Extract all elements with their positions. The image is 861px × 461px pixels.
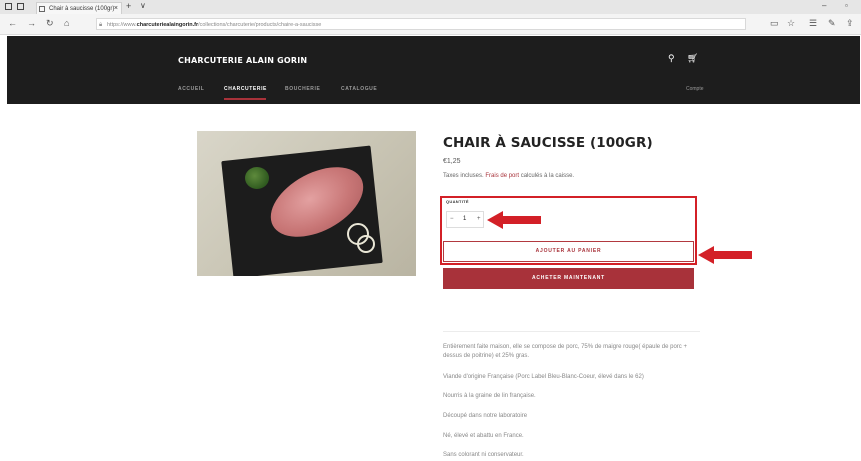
- product-price: €1,25: [443, 158, 461, 165]
- account-link[interactable]: Compte: [686, 86, 704, 92]
- tax-note-suffix: calculés à la caisse.: [519, 173, 575, 179]
- forward-arrow-icon[interactable]: →: [27, 18, 36, 28]
- site-header: CHARCUTERIE ALAIN GORIN ⚲ 🛒︎ ACCUEIL CHA…: [7, 36, 860, 104]
- nav-accueil[interactable]: ACCUEIL: [178, 86, 204, 92]
- tab-close-icon[interactable]: ×: [114, 3, 118, 14]
- description-paragraph: Découpé dans notre laboratoire: [443, 413, 528, 419]
- tab-list-chevron-icon[interactable]: ∨: [140, 1, 146, 10]
- quantity-label: QUANTITÉ: [446, 199, 469, 204]
- quantity-plus-button[interactable]: +: [477, 216, 481, 222]
- minimize-icon[interactable]: –: [822, 1, 826, 10]
- onion-ring: [357, 235, 375, 253]
- site-logo[interactable]: CHARCUTERIE ALAIN GORIN: [178, 56, 307, 65]
- browser-address-row: ← → ↻ ⌂ 🔒︎ https://www.charcuteriealaing…: [0, 14, 861, 35]
- url-domain: charcuteriealaingorin.fr: [136, 22, 199, 28]
- address-bar[interactable]: 🔒︎ https://www.charcuteriealaingorin.fr/…: [96, 18, 746, 30]
- browser-tab-bar: Chair à saucisse (100gr) × + ∨ – ▫: [0, 0, 861, 14]
- nav-catalogue[interactable]: CATALOGUE: [341, 86, 377, 92]
- url-prefix: https://www.: [107, 22, 137, 28]
- description-paragraph: Viande d'origine Française (Porc Label B…: [443, 374, 644, 380]
- description-paragraph: Né, élevé et abattu en France.: [443, 433, 524, 439]
- quantity-stepper[interactable]: − 1 +: [446, 211, 484, 228]
- tab-actions-icon[interactable]: [17, 3, 24, 10]
- annotation-arrow-left: [487, 211, 541, 229]
- lock-icon: 🔒︎: [99, 22, 103, 28]
- description-paragraph: Nourris à la graine de lin française.: [443, 393, 536, 399]
- shipping-link[interactable]: Frais de port: [485, 173, 519, 179]
- add-to-cart-button[interactable]: AJOUTER AU PANIER: [443, 241, 694, 262]
- cart-icon[interactable]: 🛒︎: [687, 53, 698, 64]
- description-paragraph: Sans colorant ni conservateur.: [443, 452, 524, 458]
- refresh-icon[interactable]: ↻: [46, 18, 54, 29]
- reading-view-icon[interactable]: ▭: [770, 18, 779, 29]
- favorites-hub-icon[interactable]: ☰: [809, 18, 817, 29]
- buy-now-button[interactable]: ACHETER MAINTENANT: [443, 268, 694, 289]
- annotation-arrow-left: [698, 246, 752, 264]
- product-title: CHAIR À SAUCISSE (100GR): [443, 135, 653, 151]
- tax-note: Taxes incluses. Frais de port calculés à…: [443, 173, 574, 179]
- notes-pen-icon[interactable]: ✎: [828, 18, 836, 29]
- browser-tab[interactable]: Chair à saucisse (100gr) ×: [36, 2, 122, 14]
- tax-note-prefix: Taxes incluses.: [443, 173, 486, 179]
- new-tab-icon[interactable]: +: [126, 1, 131, 11]
- description-paragraph: Entièrement faite maison, elle se compos…: [443, 344, 687, 359]
- nav-charcuterie[interactable]: CHARCUTERIE: [224, 86, 267, 92]
- nav-boucherie[interactable]: BOUCHERIE: [285, 86, 320, 92]
- quantity-minus-button[interactable]: −: [450, 216, 454, 222]
- divider: [443, 331, 700, 332]
- restore-icon[interactable]: ▫: [845, 1, 848, 10]
- active-nav-underline: [224, 98, 266, 100]
- parsley: [245, 167, 269, 189]
- product-image[interactable]: [197, 131, 416, 276]
- quantity-value[interactable]: 1: [463, 216, 466, 222]
- share-icon[interactable]: ⇪: [846, 18, 854, 29]
- favorite-star-icon[interactable]: ☆: [787, 18, 795, 29]
- search-icon[interactable]: ⚲: [668, 53, 675, 64]
- home-icon[interactable]: ⌂: [64, 18, 69, 28]
- url-path: /collections/charcuterie/products/chaire…: [198, 22, 322, 28]
- tab-title: Chair à saucisse (100gr): [49, 6, 115, 12]
- window-menu-icon[interactable]: [5, 3, 12, 10]
- back-arrow-icon[interactable]: ←: [8, 18, 17, 28]
- page-favicon-icon: [39, 6, 45, 12]
